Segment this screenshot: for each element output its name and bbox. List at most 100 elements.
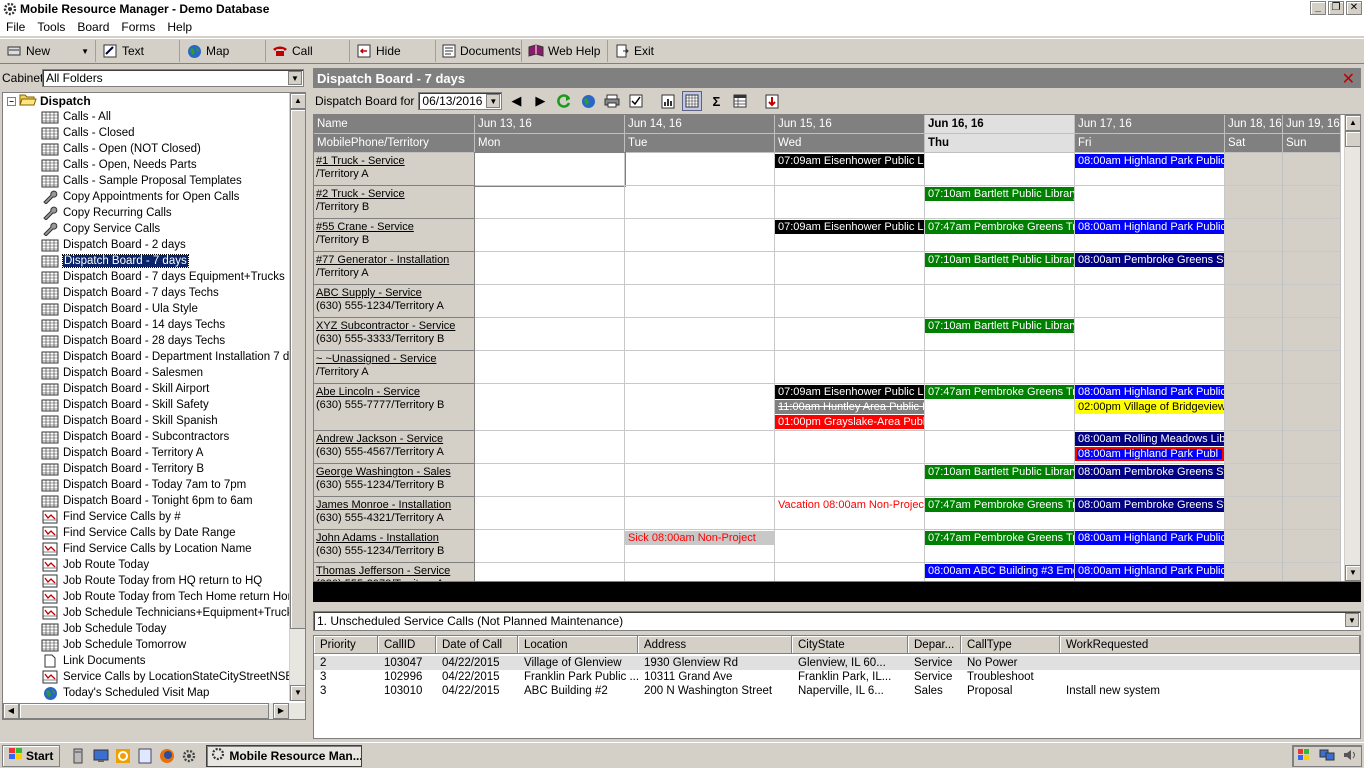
tree-item[interactable]: Dispatch Board - Skill Airport xyxy=(41,381,209,397)
schedule-cell[interactable] xyxy=(925,351,1075,384)
day-header-date[interactable]: Jun 14, 16 xyxy=(625,115,775,134)
schedule-cell[interactable] xyxy=(1225,153,1283,186)
schedule-cell[interactable] xyxy=(1075,318,1225,351)
chevron-down-icon[interactable]: ▼ xyxy=(81,47,89,56)
schedule-cell[interactable] xyxy=(475,563,625,581)
schedule-cell[interactable] xyxy=(775,186,925,219)
resource-row-header[interactable]: James Monroe - Installation (630) 555-432… xyxy=(314,497,475,530)
appointment-block[interactable]: Sick 08:00am Non-Project xyxy=(625,531,774,545)
schedule-cell[interactable] xyxy=(1283,497,1341,530)
schedule-cell[interactable] xyxy=(1075,285,1225,318)
column-header-territory[interactable]: MobilePhone/Territory xyxy=(314,134,475,153)
collapse-icon[interactable]: − xyxy=(7,96,16,106)
schedule-cell[interactable] xyxy=(475,285,625,318)
day-header-weekday[interactable]: Thu xyxy=(925,134,1075,153)
previous-arrow-icon[interactable]: ◀ xyxy=(506,91,526,111)
resource-row-header[interactable]: #2 Truck - Service/Territory B xyxy=(314,186,475,219)
network-icon[interactable] xyxy=(1319,747,1335,766)
resource-name[interactable]: Thomas Jefferson - Service xyxy=(316,565,474,578)
appointment-block[interactable]: 08:00am Pembroke Greens Sy xyxy=(1075,498,1224,512)
tree-item[interactable]: Link Documents xyxy=(41,653,145,669)
scroll-thumb[interactable] xyxy=(1345,131,1360,147)
scroll-right-icon[interactable]: ▶ xyxy=(273,703,289,719)
schedule-cell[interactable] xyxy=(775,252,925,285)
menu-board[interactable]: Board xyxy=(71,20,115,34)
schedule-cell[interactable] xyxy=(1225,219,1283,252)
day-header-date[interactable]: Jun 17, 16 xyxy=(1075,115,1225,134)
day-header-date[interactable]: Jun 13, 16 xyxy=(475,115,625,134)
tree-item[interactable]: Calls - All xyxy=(41,109,111,125)
scroll-up-icon[interactable]: ▲ xyxy=(1345,115,1360,131)
notepad-icon[interactable] xyxy=(136,747,154,765)
folder-tree[interactable]: − Dispatch Calls - All Calls - Closed Call… xyxy=(2,92,306,720)
close-icon[interactable]: ✕ xyxy=(1342,69,1355,89)
menu-help[interactable]: Help xyxy=(161,20,198,34)
resource-row-header[interactable]: John Adams - Installation (630) 555-1234/… xyxy=(314,530,475,563)
appointment-block[interactable]: 07:47am Pembroke Greens Tr xyxy=(925,385,1074,399)
schedule-cell[interactable] xyxy=(1283,186,1341,219)
schedule-cell[interactable] xyxy=(1225,431,1283,464)
schedule-cell[interactable] xyxy=(1225,186,1283,219)
menu-tools[interactable]: Tools xyxy=(31,20,71,34)
resource-row-header[interactable]: Abe Lincoln - Service (630) 555-7777/Terr… xyxy=(314,384,475,431)
new-button[interactable]: New ▼ xyxy=(0,40,96,62)
resource-row-header[interactable]: #55 Crane - Service/Territory B xyxy=(314,219,475,252)
schedule-cell[interactable] xyxy=(925,153,1075,186)
documents-button[interactable]: Documents xyxy=(436,40,522,62)
web-help-button[interactable]: Web Help xyxy=(522,40,608,62)
appointment-block[interactable]: 07:10am Bartlett Public Library xyxy=(925,465,1074,479)
sum-icon[interactable]: Σ xyxy=(706,91,726,111)
tree-item[interactable]: Dispatch Board - 7 days xyxy=(41,253,189,269)
tree-item[interactable]: Dispatch Board - Department Installation… xyxy=(41,349,305,365)
resource-name[interactable]: #77 Generator - Installation xyxy=(316,254,474,267)
schedule-cell[interactable] xyxy=(1075,186,1225,219)
cabinet-select[interactable]: All Folders ▼ xyxy=(42,69,304,87)
tree-item[interactable]: Dispatch Board - 14 days Techs xyxy=(41,317,225,333)
tree-item[interactable]: Dispatch Board - 7 days Techs xyxy=(41,285,219,301)
schedule-cell[interactable] xyxy=(1225,351,1283,384)
appointment-block[interactable]: 07:09am Eisenhower Public Li xyxy=(775,385,924,399)
appointment-block[interactable]: 07:47am Pembroke Greens Tr xyxy=(925,498,1074,512)
schedule-cell[interactable] xyxy=(1225,563,1283,581)
schedule-cell[interactable] xyxy=(925,285,1075,318)
appointment-block[interactable]: 08:00am Highland Park Public xyxy=(1075,385,1224,399)
schedule-cell[interactable] xyxy=(625,431,775,464)
column-header[interactable]: Priority xyxy=(314,636,378,654)
day-header-date[interactable]: Jun 15, 16 xyxy=(775,115,925,134)
column-header[interactable]: Address xyxy=(638,636,792,654)
appointment-block[interactable]: 07:09am Eisenhower Public Li xyxy=(775,220,924,234)
column-header[interactable]: CallID xyxy=(378,636,436,654)
tree-item[interactable]: Dispatch Board - Salesmen xyxy=(41,365,203,381)
schedule-cell[interactable] xyxy=(475,318,625,351)
taskbar-app-button[interactable]: Mobile Resource Man... xyxy=(206,744,363,767)
appointment-block[interactable]: 07:09am Eisenhower Public Li xyxy=(775,154,924,168)
schedule-cell[interactable] xyxy=(475,351,625,384)
schedule-cell[interactable] xyxy=(775,318,925,351)
tree-item[interactable]: Copy Recurring Calls xyxy=(41,205,172,221)
appointment-block[interactable]: 08:00am Pembroke Greens Sy xyxy=(1075,465,1224,479)
schedule-cell[interactable] xyxy=(775,530,925,563)
resource-name[interactable]: James Monroe - Installation xyxy=(316,499,474,512)
tree-item[interactable]: Dispatch Board - Skill Safety xyxy=(41,397,209,413)
gear-icon[interactable] xyxy=(180,747,198,765)
schedule-cell[interactable] xyxy=(625,318,775,351)
minimize-button[interactable]: _ xyxy=(1310,1,1326,15)
day-header-weekday[interactable]: Tue xyxy=(625,134,775,153)
tree-item[interactable]: Dispatch Board - Ula Style xyxy=(41,301,198,317)
tree-vertical-scrollbar[interactable]: ▲ ▼ xyxy=(289,93,305,701)
calendar-grid-icon[interactable] xyxy=(682,91,703,111)
column-header[interactable]: Date of Call xyxy=(436,636,518,654)
tree-item[interactable]: Copy Service Calls xyxy=(41,221,160,237)
tree-item[interactable]: Job Schedule Tomorrow xyxy=(41,637,186,653)
resource-row-header[interactable]: ~ ~Unassigned - Service/Territory A xyxy=(314,351,475,384)
column-header[interactable]: Depar... xyxy=(908,636,961,654)
appointment-block[interactable]: 08:00am Highland Park Public xyxy=(1075,220,1224,234)
schedule-cell[interactable] xyxy=(1283,431,1341,464)
column-header[interactable]: CallType xyxy=(961,636,1060,654)
chevron-down-icon[interactable]: ▼ xyxy=(1345,613,1359,627)
day-header-weekday[interactable]: Wed xyxy=(775,134,925,153)
tree-item[interactable]: Find Service Calls by # xyxy=(41,509,181,525)
day-header-date[interactable]: Jun 16, 16 xyxy=(925,115,1075,134)
schedule-cell[interactable] xyxy=(1283,252,1341,285)
schedule-cell[interactable] xyxy=(625,252,775,285)
